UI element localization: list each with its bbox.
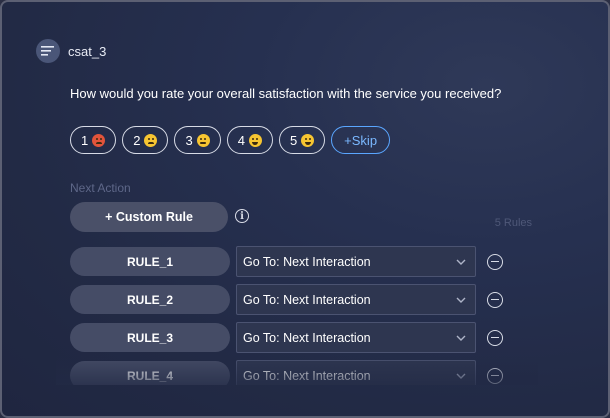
rule-action-value: Go To: Next Interaction	[243, 254, 371, 269]
sad-face-icon	[144, 133, 158, 147]
remove-rule-icon[interactable]	[487, 291, 503, 308]
csat-card: csat_3 How would you rate your overall s…	[0, 0, 610, 418]
rating-choice-4[interactable]: 4	[226, 126, 273, 154]
rating-choice-label: 2	[133, 132, 141, 148]
rule-row: RULE_3 Go To: Next Interaction	[70, 322, 503, 353]
rule-name-button[interactable]: RULE_4	[70, 361, 230, 385]
chevron-down-icon	[456, 259, 466, 265]
rule-action-value: Go To: Next Interaction	[243, 368, 371, 383]
remove-rule-icon[interactable]	[487, 329, 503, 346]
rating-choice-3[interactable]: 3	[174, 126, 221, 154]
info-icon[interactable]: i	[235, 209, 249, 223]
rules-list[interactable]: RULE_1 Go To: Next Interaction RULE_2 Go…	[56, 240, 538, 385]
rule-row: RULE_1 Go To: Next Interaction	[70, 246, 503, 277]
rule-name-button[interactable]: RULE_3	[70, 323, 230, 352]
rating-choice-1[interactable]: 1	[70, 126, 117, 154]
rating-choice-label: 3	[185, 132, 193, 148]
rule-action-select[interactable]: Go To: Next Interaction	[236, 246, 476, 277]
smile-face-icon	[248, 133, 262, 147]
custom-rule-button[interactable]: + Custom Rule	[70, 202, 228, 232]
rating-choice-5[interactable]: 5	[278, 126, 326, 154]
rule-name-button[interactable]: RULE_1	[70, 247, 230, 276]
neutral-face-icon	[196, 133, 210, 147]
rule-action-select[interactable]: Go To: Next Interaction	[236, 360, 476, 385]
rule-row: RULE_2 Go To: Next Interaction	[70, 284, 503, 315]
rating-choices: 1 2 3 4 5 +Skip	[70, 126, 391, 154]
angry-face-icon	[92, 133, 106, 147]
interaction-header: csat_3	[36, 39, 106, 63]
chevron-down-icon	[456, 297, 466, 303]
rating-choice-label: 5	[289, 132, 298, 148]
rating-choice-2[interactable]: 2	[122, 126, 169, 154]
question-text: How would you rate your overall satisfac…	[70, 86, 502, 101]
lines-icon	[36, 39, 60, 63]
rating-choice-label: 4	[237, 132, 245, 148]
skip-button[interactable]: +Skip	[331, 126, 391, 154]
rule-action-select[interactable]: Go To: Next Interaction	[236, 322, 476, 353]
happy-face-icon	[301, 133, 315, 147]
rule-name-button[interactable]: RULE_2	[70, 285, 230, 314]
rule-action-select[interactable]: Go To: Next Interaction	[236, 284, 476, 315]
rule-action-value: Go To: Next Interaction	[243, 330, 371, 345]
rule-row: RULE_4 Go To: Next Interaction	[70, 360, 503, 385]
remove-rule-icon[interactable]	[487, 253, 503, 270]
chevron-down-icon	[456, 335, 466, 341]
rule-action-value: Go To: Next Interaction	[243, 292, 371, 307]
next-action-label: Next Action	[70, 181, 131, 195]
remove-rule-icon[interactable]	[487, 367, 503, 384]
rating-choice-label: 1	[81, 132, 89, 148]
chevron-down-icon	[456, 373, 466, 379]
rule-count: 5 Rules	[494, 217, 532, 229]
interaction-title: csat_3	[68, 43, 107, 59]
